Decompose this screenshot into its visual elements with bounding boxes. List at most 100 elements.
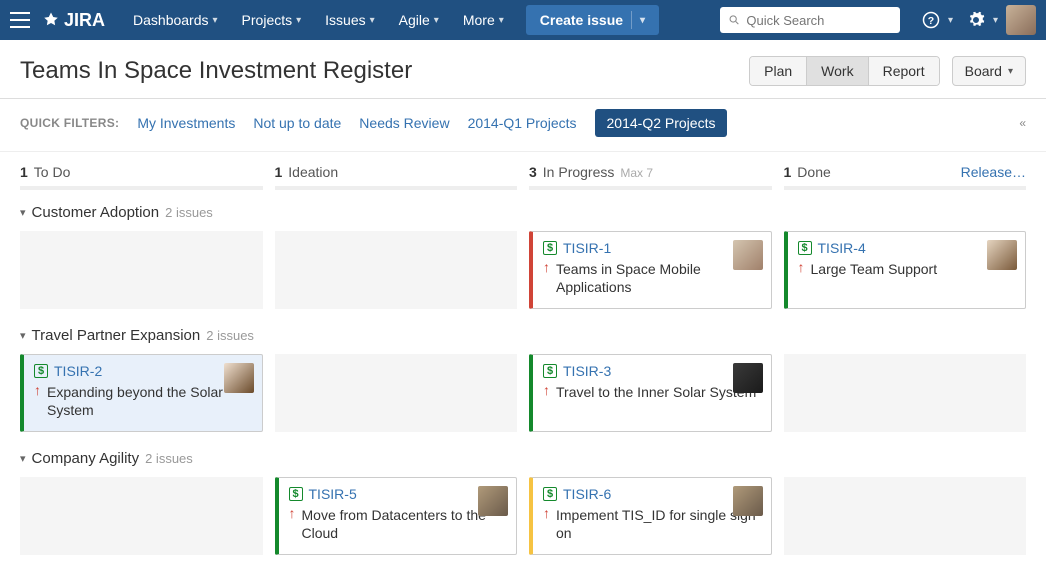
chevron-down-icon: ▾ bbox=[20, 329, 26, 342]
chevron-down-icon: ▾ bbox=[948, 15, 953, 26]
board-cell[interactable]: $TISIR-5↑Move from Datacenters to the Cl… bbox=[275, 477, 518, 555]
issue-card[interactable]: $TISIR-5↑Move from Datacenters to the Cl… bbox=[275, 477, 518, 555]
issue-key[interactable]: TISIR-6 bbox=[563, 486, 611, 502]
tab-work[interactable]: Work bbox=[807, 57, 868, 85]
board-cell[interactable]: $ TISIR-1 ↑ Teams in Space Mobile Applicati… bbox=[529, 231, 772, 309]
app-switcher-icon[interactable] bbox=[10, 12, 30, 28]
investment-type-icon: $ bbox=[543, 364, 557, 378]
issue-key[interactable]: TISIR-4 bbox=[818, 240, 866, 256]
assignee-avatar[interactable] bbox=[733, 363, 763, 393]
investment-type-icon: $ bbox=[543, 487, 557, 501]
nav-agile[interactable]: Agile▾ bbox=[389, 6, 449, 34]
priority-up-icon: ↑ bbox=[543, 260, 550, 274]
chevron-down-icon: ▾ bbox=[296, 15, 301, 26]
tab-plan[interactable]: Plan bbox=[750, 57, 807, 85]
assignee-avatar[interactable] bbox=[733, 240, 763, 270]
nav-issues[interactable]: Issues▾ bbox=[315, 6, 385, 34]
nav-projects[interactable]: Projects▾ bbox=[232, 6, 312, 34]
priority-up-icon: ↑ bbox=[34, 383, 41, 397]
column-done: 1DoneRelease… bbox=[784, 164, 1027, 180]
issue-key[interactable]: TISIR-5 bbox=[309, 486, 357, 502]
columns-header: 1To Do 1Ideation 3In ProgressMax 7 1Done… bbox=[0, 152, 1046, 186]
search-icon bbox=[728, 13, 740, 27]
top-nav: JIRA Dashboards▾ Projects▾ Issues▾ Agile… bbox=[0, 0, 1046, 40]
assignee-avatar[interactable] bbox=[224, 363, 254, 393]
user-avatar[interactable] bbox=[1006, 5, 1036, 35]
board-cell[interactable] bbox=[275, 231, 518, 309]
column-todo: 1To Do bbox=[20, 164, 263, 180]
filter-not-up-to-date[interactable]: Not up to date bbox=[253, 115, 341, 131]
jira-logo[interactable]: JIRA bbox=[42, 10, 105, 31]
quick-filters: QUICK FILTERS: My Investments Not up to … bbox=[0, 99, 1046, 152]
priority-up-icon: ↑ bbox=[798, 260, 805, 274]
swimlane-count: 2 issues bbox=[206, 328, 254, 343]
chevron-down-icon: ▾ bbox=[1008, 66, 1013, 77]
logo-text: JIRA bbox=[64, 10, 105, 31]
swimlane-name: Company Agility bbox=[32, 450, 140, 467]
issue-key[interactable]: TISIR-3 bbox=[563, 363, 611, 379]
filter-needs-review[interactable]: Needs Review bbox=[359, 115, 449, 131]
search-input[interactable] bbox=[746, 13, 892, 28]
board-cell[interactable] bbox=[20, 231, 263, 309]
release-link[interactable]: Release… bbox=[961, 164, 1026, 180]
chevron-down-icon: ▾ bbox=[213, 15, 218, 26]
filter-q2[interactable]: 2014-Q2 Projects bbox=[595, 109, 728, 137]
swimlane-name: Travel Partner Expansion bbox=[32, 327, 201, 344]
priority-up-icon: ↑ bbox=[289, 506, 296, 520]
assignee-avatar[interactable] bbox=[733, 486, 763, 516]
issue-summary: Teams in Space Mobile Applications bbox=[556, 260, 761, 296]
swimlane-header[interactable]: ▾Company Agility2 issues bbox=[0, 436, 1046, 473]
column-in-progress: 3In ProgressMax 7 bbox=[529, 164, 772, 180]
assignee-avatar[interactable] bbox=[478, 486, 508, 516]
investment-type-icon: $ bbox=[798, 241, 812, 255]
view-tabs: Plan Work Report bbox=[749, 56, 939, 86]
board-cell[interactable] bbox=[784, 354, 1027, 432]
issue-summary: Travel to the Inner Solar System bbox=[556, 383, 756, 401]
gear-icon[interactable] bbox=[965, 9, 987, 31]
chevron-down-icon: ▾ bbox=[499, 15, 504, 26]
issue-key[interactable]: TISIR-2 bbox=[54, 363, 102, 379]
priority-up-icon: ↑ bbox=[543, 383, 550, 397]
help-icon[interactable]: ? bbox=[920, 9, 942, 31]
chevron-down-icon: ▾ bbox=[640, 15, 645, 26]
board-cell[interactable] bbox=[275, 354, 518, 432]
page-title: Teams In Space Investment Register bbox=[20, 57, 412, 85]
page-header: Teams In Space Investment Register Plan … bbox=[0, 40, 1046, 99]
issue-summary: Large Team Support bbox=[811, 260, 938, 278]
board: ▾Customer Adoption2 issues$TISIR-1↑Teams… bbox=[0, 190, 1046, 559]
issue-card[interactable]: $ TISIR-4 ↑ Large Team Support bbox=[784, 231, 1027, 309]
board-cell[interactable] bbox=[20, 477, 263, 555]
tab-report[interactable]: Report bbox=[869, 57, 939, 85]
nav-more[interactable]: More▾ bbox=[453, 6, 514, 34]
nav-dashboards[interactable]: Dashboards▾ bbox=[123, 6, 228, 34]
issue-card[interactable]: $TISIR-2↑Expanding beyond the Solar Syst… bbox=[20, 354, 263, 432]
chevron-down-icon: ▾ bbox=[370, 15, 375, 26]
issue-card[interactable]: $ TISIR-3 ↑ Travel to the Inner Solar Syste… bbox=[529, 354, 772, 432]
priority-up-icon: ↑ bbox=[543, 506, 550, 520]
filters-label: QUICK FILTERS: bbox=[20, 116, 119, 130]
investment-type-icon: $ bbox=[543, 241, 557, 255]
assignee-avatar[interactable] bbox=[987, 240, 1017, 270]
collapse-icon[interactable]: « bbox=[1019, 116, 1026, 130]
board-cell[interactable]: $TISIR-2↑Expanding beyond the Solar Syst… bbox=[20, 354, 263, 432]
swimlane-count: 2 issues bbox=[145, 451, 193, 466]
board-cell[interactable]: $ TISIR-6 ↑ Impement TIS_ID for single sign… bbox=[529, 477, 772, 555]
issue-card[interactable]: $ TISIR-1 ↑ Teams in Space Mobile Applicati… bbox=[529, 231, 772, 309]
filter-q1[interactable]: 2014-Q1 Projects bbox=[468, 115, 577, 131]
swimlane-header[interactable]: ▾ Travel Partner Expansion 2 issues bbox=[0, 313, 1046, 350]
swimlane-header[interactable]: ▾Customer Adoption2 issues bbox=[0, 190, 1046, 227]
board-cell[interactable]: $ TISIR-4 ↑ Large Team Support bbox=[784, 231, 1027, 309]
issue-key[interactable]: TISIR-1 bbox=[563, 240, 611, 256]
create-issue-button[interactable]: Create issue▾ bbox=[526, 5, 659, 35]
swimlane-name: Customer Adoption bbox=[32, 204, 160, 221]
quick-search[interactable] bbox=[720, 7, 900, 33]
jira-logo-icon bbox=[42, 11, 60, 29]
filter-my-investments[interactable]: My Investments bbox=[137, 115, 235, 131]
issue-card[interactable]: $ TISIR-6 ↑ Impement TIS_ID for single sign… bbox=[529, 477, 772, 555]
board-cell[interactable]: $ TISIR-3 ↑ Travel to the Inner Solar Syste… bbox=[529, 354, 772, 432]
issue-summary: Expanding beyond the Solar System bbox=[47, 383, 252, 419]
chevron-down-icon: ▾ bbox=[434, 15, 439, 26]
issue-summary: Impement TIS_ID for single sign on bbox=[556, 506, 761, 542]
board-cell[interactable] bbox=[784, 477, 1027, 555]
board-menu[interactable]: Board▾ bbox=[952, 56, 1026, 86]
